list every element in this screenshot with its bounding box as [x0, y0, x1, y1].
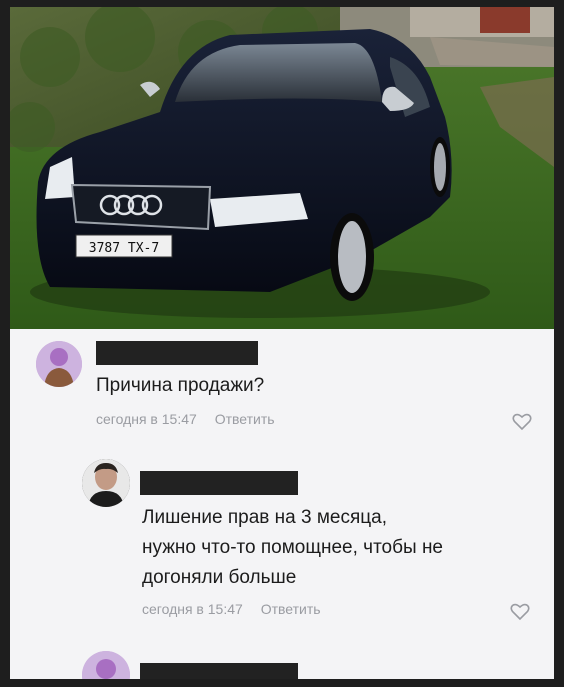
reply-button[interactable]: Ответить — [215, 411, 275, 427]
reply-button[interactable]: Ответить — [261, 601, 321, 617]
heart-outline-icon[interactable] — [512, 413, 532, 431]
car-photo: 3787 TX-7 — [10, 7, 554, 329]
avatar[interactable] — [82, 459, 130, 507]
license-plate-text: 3787 TX-7 — [89, 241, 159, 256]
post-photo: 3787 TX-7 — [10, 7, 554, 329]
avatar[interactable] — [82, 651, 130, 679]
author-name-redacted — [96, 341, 258, 365]
comment-text-line: Лишение прав на 3 месяца, — [142, 507, 387, 528]
comment-meta: сегодня в 15:47 Ответить — [96, 411, 289, 427]
avatar[interactable] — [36, 341, 82, 387]
user-avatar-icon — [82, 651, 130, 679]
heart-outline-icon[interactable] — [510, 603, 530, 621]
comment-text: Причина продажи? — [96, 375, 265, 396]
user-avatar-icon — [36, 341, 82, 387]
author-name-redacted — [140, 471, 298, 495]
comment-text-line: догоняли больше — [142, 567, 297, 588]
comment-text-line: нужно что-то помощнее, чтобы не — [142, 537, 444, 558]
comment-meta: сегодня в 15:47 Ответить — [142, 601, 335, 617]
user-avatar-icon — [82, 459, 130, 507]
comment-time: сегодня в 15:47 — [142, 601, 243, 617]
screenshot-frame: 3787 TX-7 Причина продажи? сегодня в 15:… — [10, 7, 554, 679]
comments-section: Причина продажи? сегодня в 15:47 Ответит… — [10, 329, 554, 679]
comment-time: сегодня в 15:47 — [96, 411, 197, 427]
author-name-redacted — [140, 663, 298, 679]
